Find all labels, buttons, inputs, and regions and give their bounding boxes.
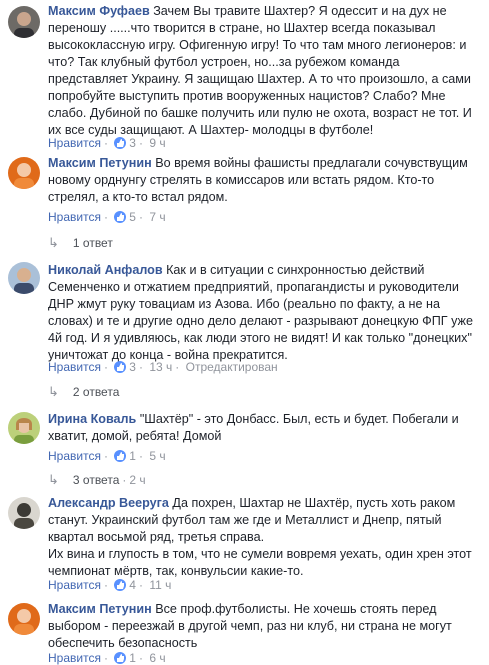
- view-replies-link[interactable]: ↳ 2 ответа: [48, 384, 119, 400]
- comment-body: Николай Анфалов Как и в ситуации с синхр…: [48, 262, 481, 364]
- like-count-icon: [114, 450, 127, 462]
- comment-author[interactable]: Ирина Коваль: [48, 412, 136, 426]
- comment-actions: Нравится · 3 · 9 ч: [48, 136, 166, 150]
- comment-body: Максим Петунин Все проф.футболисты. Не х…: [48, 601, 481, 652]
- like-button[interactable]: Нравится: [48, 651, 101, 665]
- avatar[interactable]: [8, 412, 40, 444]
- comment-actions: Нравится · 3 · 13 ч · Отредактирован: [48, 360, 278, 374]
- comment-actions: Нравится · 1 · 5 ч: [48, 449, 166, 463]
- comment-actions: Нравится · 1 · 6 ч: [48, 651, 166, 665]
- comment-actions: Нравится · 4 · 11 ч: [48, 578, 172, 592]
- comment-time[interactable]: 9 ч: [149, 136, 165, 150]
- comment-author[interactable]: Максим Фуфаев: [48, 4, 150, 18]
- view-replies-link[interactable]: ↳ 1 ответ: [48, 235, 113, 251]
- comment-time[interactable]: 13 ч: [149, 360, 172, 374]
- comment-text: Зачем Вы травите Шахтер? Я одессит и на …: [48, 4, 472, 137]
- like-button[interactable]: Нравится: [48, 360, 101, 374]
- comment-time[interactable]: 7 ч: [149, 210, 165, 224]
- like-count-icon: [114, 652, 127, 664]
- like-count[interactable]: 3: [129, 136, 136, 150]
- reply-arrow-icon: ↳: [48, 472, 59, 487]
- comment-text-continued: Их вина и глупость в том, что не сумели …: [48, 547, 472, 578]
- like-count[interactable]: 1: [129, 449, 136, 463]
- like-button[interactable]: Нравится: [48, 449, 101, 463]
- like-count-icon: [114, 137, 127, 149]
- comment-body: Ирина Коваль "Шахтёр" - это Донбасс. Был…: [48, 411, 481, 445]
- comment-author[interactable]: Александр Вееруга: [48, 496, 169, 510]
- like-count[interactable]: 3: [129, 360, 136, 374]
- replies-count[interactable]: 3 ответа: [73, 473, 119, 487]
- comment-text: Как и в ситуации с синхронностью действи…: [48, 263, 473, 362]
- comment-body: Максим Петунин Во время войны фашисты пр…: [48, 155, 481, 206]
- like-count-icon: [114, 361, 127, 373]
- edited-label[interactable]: Отредактирован: [186, 360, 278, 374]
- view-replies-link[interactable]: ↳ 3 ответа · 2 ч: [48, 472, 146, 488]
- comment-time[interactable]: 6 ч: [149, 651, 165, 665]
- reply-arrow-icon: ↳: [48, 384, 59, 399]
- comment-time[interactable]: 5 ч: [149, 449, 165, 463]
- comment-time[interactable]: 11 ч: [149, 578, 171, 592]
- like-button[interactable]: Нравится: [48, 210, 101, 224]
- comment-author[interactable]: Максим Петунин: [48, 602, 152, 616]
- like-count[interactable]: 5: [129, 210, 136, 224]
- comment-body: Александр Вееруга Да похрен, Шахтар не Ш…: [48, 495, 481, 580]
- replies-count[interactable]: 2 ответа: [73, 385, 119, 399]
- comment-author[interactable]: Максим Петунин: [48, 156, 152, 170]
- reply-arrow-icon: ↳: [48, 235, 59, 250]
- avatar[interactable]: [8, 603, 40, 635]
- avatar[interactable]: [8, 262, 40, 294]
- replies-count[interactable]: 1 ответ: [73, 236, 113, 250]
- avatar[interactable]: [8, 497, 40, 529]
- comment-author[interactable]: Николай Анфалов: [48, 263, 163, 277]
- replies-time[interactable]: 2 ч: [129, 473, 145, 487]
- like-count-icon: [114, 211, 127, 223]
- like-count-icon: [114, 579, 127, 591]
- like-count[interactable]: 4: [129, 578, 136, 592]
- like-button[interactable]: Нравится: [48, 578, 101, 592]
- avatar[interactable]: [8, 6, 40, 38]
- like-button[interactable]: Нравится: [48, 136, 101, 150]
- avatar[interactable]: [8, 157, 40, 189]
- comment-actions: Нравится · 5 · 7 ч: [48, 210, 166, 224]
- comment-body: Максим Фуфаев Зачем Вы травите Шахтер? Я…: [48, 3, 481, 139]
- like-count[interactable]: 1: [129, 651, 136, 665]
